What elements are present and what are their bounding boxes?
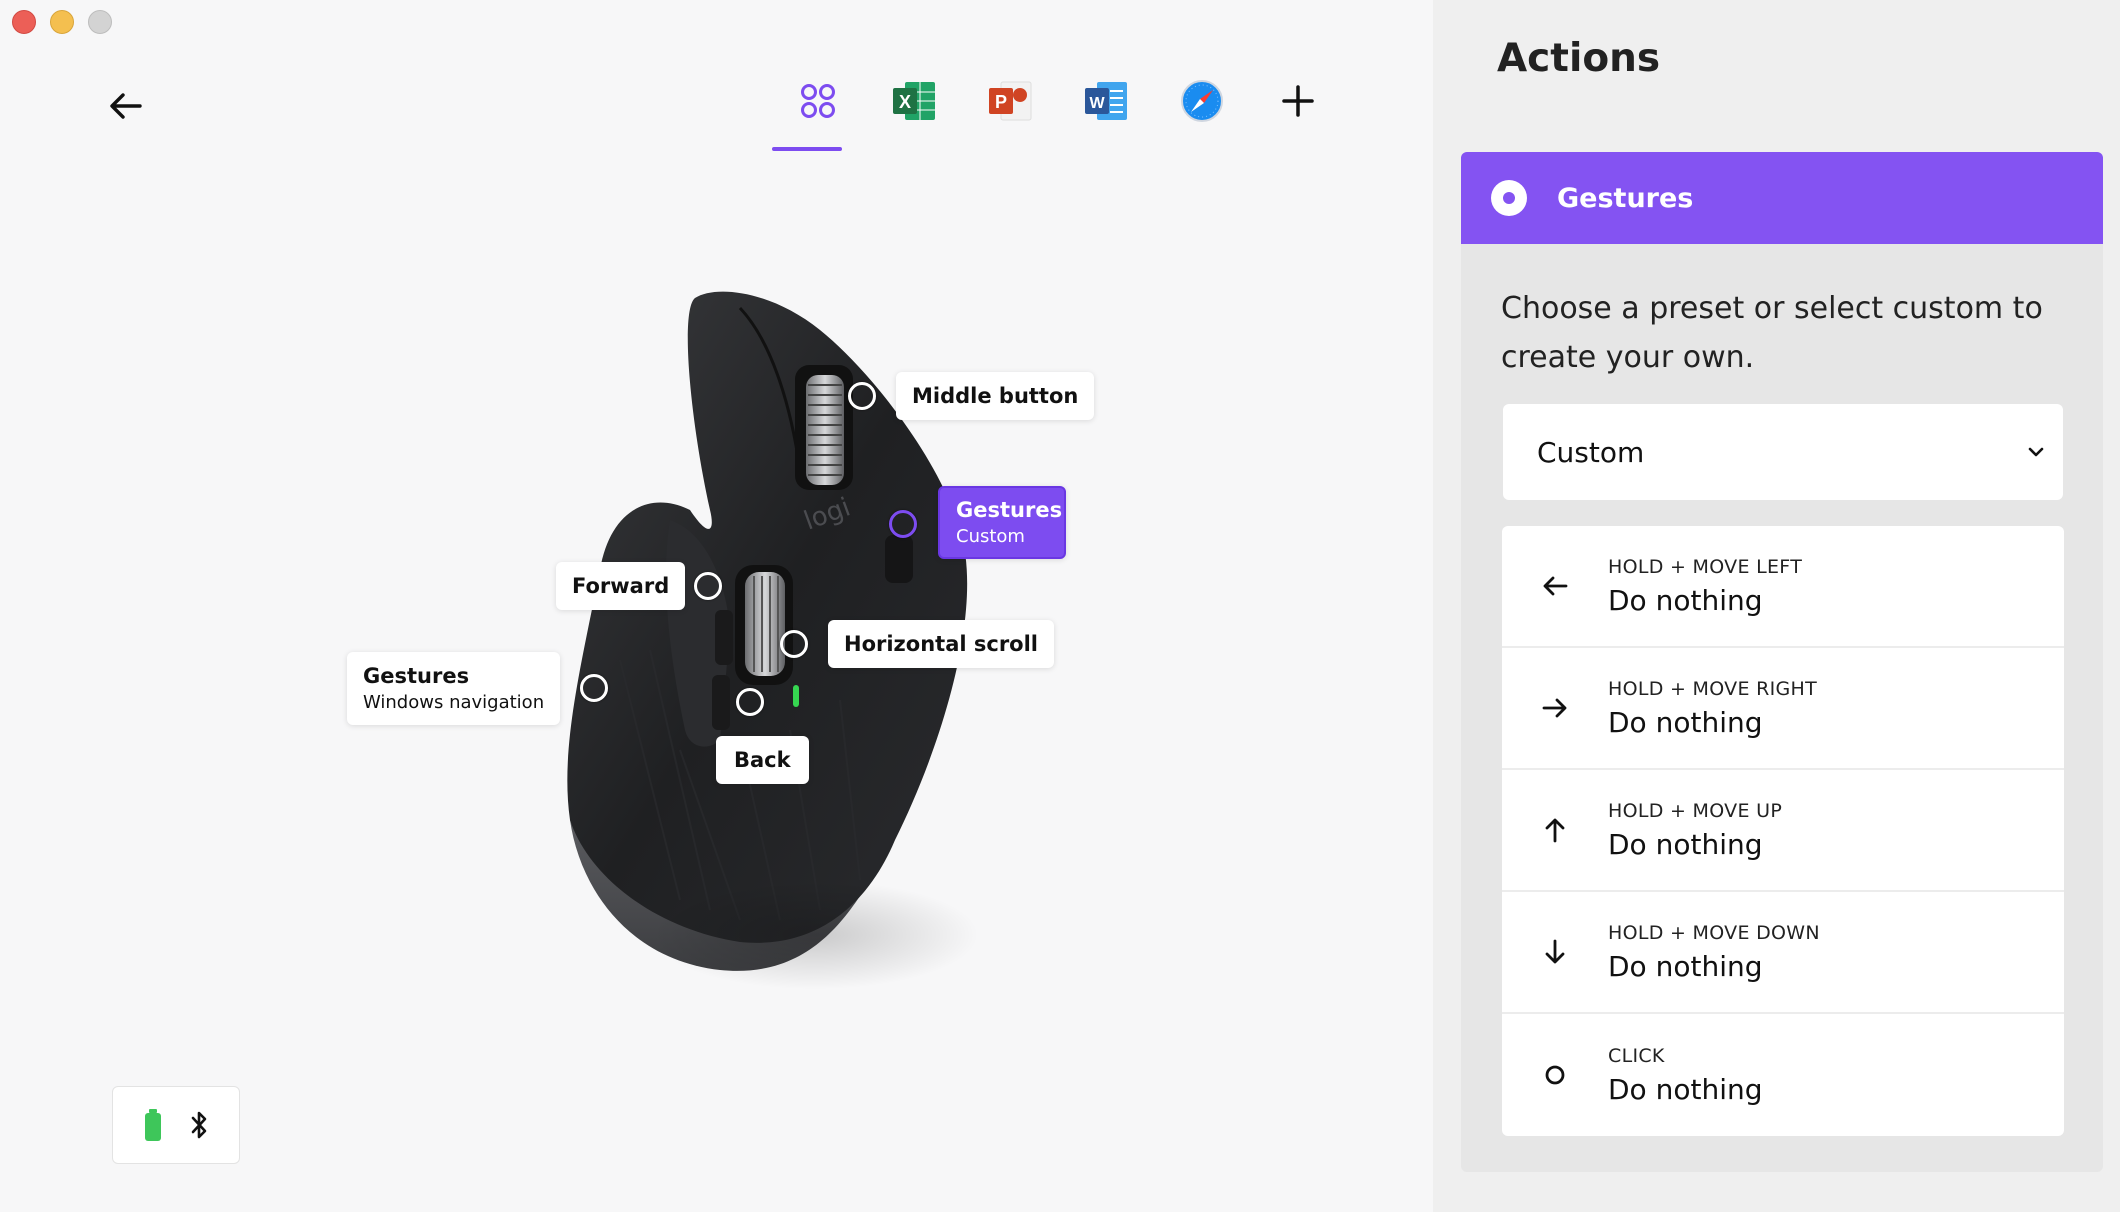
- window-minimize-button[interactable]: [50, 10, 74, 34]
- callout-title: Middle button: [912, 384, 1079, 408]
- panel-header: Actions: [1433, 0, 2120, 134]
- callout-title: Gestures: [363, 664, 470, 688]
- panel-title: Actions: [1497, 36, 1661, 81]
- callout-title: Back: [734, 748, 791, 772]
- preset-value: Custom: [1537, 435, 1645, 469]
- gesture-value: Do nothing: [1608, 583, 1763, 617]
- forward-button-hotspot[interactable]: [694, 572, 722, 600]
- back-button[interactable]: [106, 86, 146, 126]
- radio-selected-icon: [1491, 180, 1527, 216]
- bluetooth-icon: [191, 1111, 207, 1139]
- selected-action-label: Gestures: [1557, 182, 1694, 214]
- tab-excel[interactable]: X: [866, 78, 962, 150]
- gesture-row-right[interactable]: HOLD + MOVE RIGHT Do nothing: [1502, 648, 2064, 770]
- gesture-value: Do nothing: [1608, 827, 1763, 861]
- arrow-up-icon: [1545, 818, 1565, 843]
- plus-icon: [1282, 85, 1314, 117]
- tab-powerpoint[interactable]: P: [962, 78, 1058, 150]
- arrow-right-icon: [1542, 698, 1567, 718]
- tab-safari[interactable]: [1154, 78, 1250, 150]
- arrow-down-icon: [1545, 939, 1565, 964]
- circle-icon: [1545, 1065, 1565, 1085]
- excel-icon: X: [893, 82, 935, 120]
- gesture-value: Do nothing: [1608, 1072, 1763, 1106]
- gesture-key: HOLD + MOVE DOWN: [1608, 921, 1820, 944]
- gesture-key: CLICK: [1608, 1044, 1665, 1067]
- middle-button-hotspot[interactable]: [848, 382, 876, 410]
- preset-dropdown[interactable]: Custom: [1503, 404, 2063, 500]
- callout-subtitle: Custom: [956, 526, 1025, 547]
- tab-all-apps[interactable]: [770, 78, 866, 151]
- callout-subtitle: Windows navigation: [363, 692, 545, 713]
- tab-word[interactable]: W: [1058, 78, 1154, 150]
- gesture-button-hotspot[interactable]: [889, 510, 917, 538]
- gestures-callout[interactable]: Gestures Custom: [938, 486, 1066, 559]
- gesture-value: Do nothing: [1608, 705, 1763, 739]
- gesture-key: HOLD + MOVE UP: [1608, 799, 1783, 822]
- svg-text:P: P: [995, 92, 1007, 112]
- middle-button-callout[interactable]: Middle button: [896, 372, 1095, 420]
- horizontal-scroll-callout[interactable]: Horizontal scroll: [828, 620, 1055, 668]
- back-callout[interactable]: Back: [716, 736, 809, 784]
- gesture-row-down[interactable]: HOLD + MOVE DOWN Do nothing: [1502, 892, 2064, 1014]
- gesture-row-up[interactable]: HOLD + MOVE UP Do nothing: [1502, 770, 2064, 892]
- forward-callout[interactable]: Forward: [556, 562, 686, 610]
- action-card: Gestures Choose a preset or select custo…: [1461, 152, 2103, 1172]
- thumb-gesture-hotspot[interactable]: [580, 674, 608, 702]
- window-maximize-button[interactable]: [88, 10, 112, 34]
- gesture-value: Do nothing: [1608, 949, 1763, 983]
- svg-text:X: X: [899, 92, 911, 112]
- gesture-row-click[interactable]: CLICK Do nothing: [1502, 1014, 2064, 1136]
- grid-apps-icon: [801, 84, 835, 118]
- window-close-button[interactable]: [12, 10, 36, 34]
- gesture-key: HOLD + MOVE LEFT: [1608, 555, 1803, 578]
- thumb-gestures-callout[interactable]: Gestures Windows navigation: [347, 652, 561, 725]
- callout-title: Forward: [572, 574, 670, 598]
- callout-title: Horizontal scroll: [844, 632, 1039, 656]
- device-status: [112, 1086, 240, 1164]
- gesture-list: HOLD + MOVE LEFT Do nothing HOLD + MOVE …: [1502, 526, 2064, 1136]
- actions-panel: Actions Gestures Choose a preset or sele…: [1433, 0, 2120, 1212]
- horizontal-scroll-hotspot[interactable]: [780, 630, 808, 658]
- window-controls: [12, 10, 112, 34]
- safari-icon: [1181, 80, 1223, 122]
- gesture-key: HOLD + MOVE RIGHT: [1608, 677, 1818, 700]
- callout-title: Gestures: [956, 498, 1063, 522]
- app-tabs: X P W: [770, 78, 1346, 151]
- gesture-row-left[interactable]: HOLD + MOVE LEFT Do nothing: [1502, 526, 2064, 648]
- chevron-down-icon: [2028, 447, 2044, 457]
- svg-text:W: W: [1089, 95, 1105, 112]
- word-icon: W: [1085, 82, 1127, 120]
- selected-action-gestures[interactable]: Gestures: [1461, 152, 2103, 244]
- powerpoint-icon: P: [989, 81, 1032, 121]
- battery-icon: [145, 1109, 161, 1141]
- mouse-shadow: [650, 880, 980, 990]
- tab-add-app[interactable]: [1250, 78, 1346, 150]
- preset-description: Choose a preset or select custom to crea…: [1501, 291, 2043, 375]
- arrow-left-icon: [1543, 576, 1568, 596]
- back-button-hotspot[interactable]: [736, 688, 764, 716]
